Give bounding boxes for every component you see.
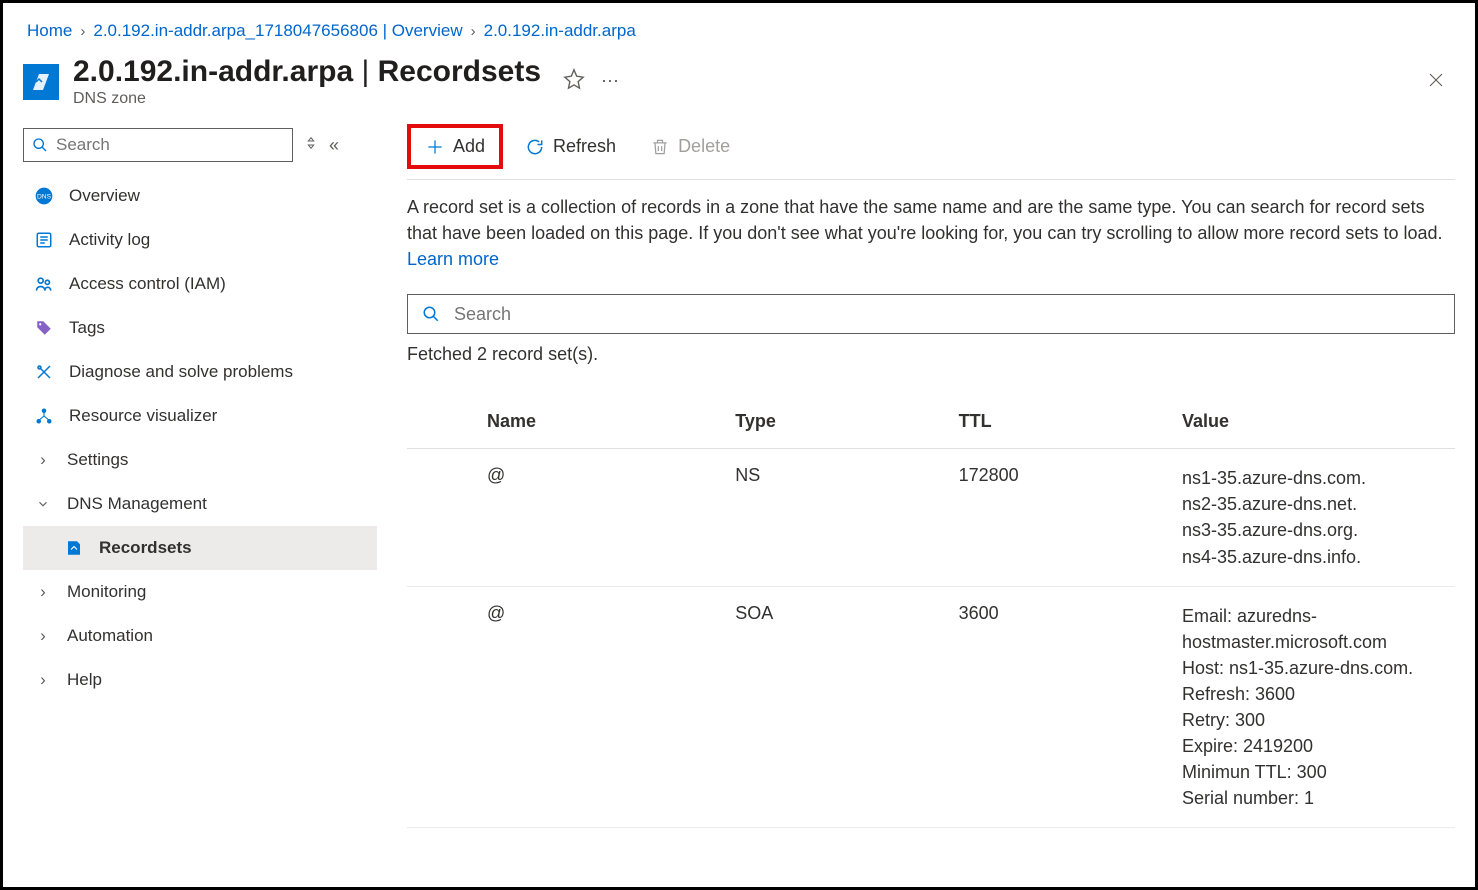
breadcrumb: Home › 2.0.192.in-addr.arpa_171804765680… [3, 3, 1475, 45]
chevron-down-icon [33, 497, 53, 511]
add-button[interactable]: Add [407, 124, 503, 169]
search-icon [422, 305, 440, 323]
people-icon [33, 273, 55, 295]
wrench-icon [33, 361, 55, 383]
sidebar-item-label: Resource visualizer [69, 406, 217, 426]
refresh-button[interactable]: Refresh [513, 130, 628, 163]
recordset-icon [63, 537, 85, 559]
table-row[interactable]: @ SOA 3600 Email: azuredns-hostmaster.mi… [407, 587, 1455, 829]
sidebar-item-automation[interactable]: › Automation [23, 614, 377, 658]
sidebar-item-label: Monitoring [67, 582, 146, 602]
table-row[interactable]: @ NS 172800 ns1-35.azure-dns.com.ns2-35.… [407, 449, 1455, 586]
sidebar-item-label: Activity log [69, 230, 150, 250]
breadcrumb-level2[interactable]: 2.0.192.in-addr.arpa [484, 21, 636, 41]
page-subtitle: DNS zone [73, 90, 541, 108]
collapse-sidebar-button[interactable]: « [329, 135, 339, 156]
sidebar-search[interactable] [23, 128, 293, 162]
sidebar-item-label: Recordsets [99, 538, 192, 558]
sidebar-item-monitoring[interactable]: › Monitoring [23, 570, 377, 614]
sort-button[interactable] [303, 135, 319, 156]
sidebar-item-label: Access control (IAM) [69, 274, 226, 294]
column-value[interactable]: Value [1182, 411, 1455, 432]
sidebar-item-tags[interactable]: Tags [23, 306, 377, 350]
main-content: Add Refresh Delete A record set is a col… [377, 116, 1475, 828]
chevron-right-icon: › [80, 23, 85, 40]
dns-zone-icon [23, 64, 59, 100]
cell-name: @ [487, 603, 735, 624]
sidebar-item-diagnose[interactable]: Diagnose and solve problems [23, 350, 377, 394]
svg-text:DNS: DNS [37, 194, 52, 201]
log-icon [33, 229, 55, 251]
sidebar-item-label: Overview [69, 186, 140, 206]
toolbar: Add Refresh Delete [407, 116, 1455, 180]
favorite-button[interactable] [563, 68, 585, 95]
column-ttl[interactable]: TTL [959, 411, 1182, 432]
breadcrumb-home[interactable]: Home [27, 21, 72, 41]
plus-icon [425, 137, 445, 157]
sidebar-item-dns-management[interactable]: DNS Management [23, 482, 377, 526]
sidebar-item-resource-visualizer[interactable]: Resource visualizer [23, 394, 377, 438]
sidebar-item-help[interactable]: › Help [23, 658, 377, 702]
sidebar-item-label: Settings [67, 450, 128, 470]
sidebar-item-access-control[interactable]: Access control (IAM) [23, 262, 377, 306]
breadcrumb-level1[interactable]: 2.0.192.in-addr.arpa_1718047656806 | Ove… [93, 21, 462, 41]
main-search[interactable] [407, 294, 1455, 334]
cell-ttl: 3600 [959, 603, 1182, 624]
description-text: A record set is a collection of records … [407, 180, 1455, 276]
main-search-input[interactable] [454, 304, 1440, 325]
sidebar-item-activity-log[interactable]: Activity log [23, 218, 377, 262]
chevron-right-icon: › [33, 450, 53, 470]
chevron-right-icon: › [33, 670, 53, 690]
chevron-right-icon: › [33, 626, 53, 646]
refresh-icon [525, 137, 545, 157]
chevron-right-icon: › [471, 23, 476, 40]
sidebar-item-label: DNS Management [67, 494, 207, 514]
cell-name: @ [487, 465, 735, 486]
hierarchy-icon [33, 405, 55, 427]
recordset-table: Name Type TTL Value @ NS 172800 ns1-35.a… [407, 395, 1455, 828]
column-name[interactable]: Name [487, 411, 735, 432]
delete-button: Delete [638, 130, 742, 163]
sidebar-item-label: Tags [69, 318, 105, 338]
cell-ttl: 172800 [959, 465, 1182, 486]
cell-type: NS [735, 465, 958, 486]
tag-icon [33, 317, 55, 339]
sidebar-item-settings[interactable]: › Settings [23, 438, 377, 482]
sidebar-item-label: Automation [67, 626, 153, 646]
globe-icon: DNS [33, 185, 55, 207]
sidebar-search-input[interactable] [56, 135, 284, 155]
trash-icon [650, 137, 670, 157]
sidebar-item-label: Help [67, 670, 102, 690]
column-type[interactable]: Type [735, 411, 958, 432]
sidebar: « DNS Overview Activity log Access contr… [23, 116, 377, 828]
more-button[interactable]: ⋯ [601, 71, 621, 92]
table-header: Name Type TTL Value [407, 395, 1455, 449]
page-header: 2.0.192.in-addr.arpa | Recordsets DNS zo… [3, 45, 1475, 116]
close-button[interactable] [1421, 63, 1451, 101]
cell-value: Email: azuredns-hostmaster.microsoft.com… [1182, 603, 1455, 812]
page-title: 2.0.192.in-addr.arpa | Recordsets [73, 55, 541, 88]
chevron-right-icon: › [33, 582, 53, 602]
sidebar-item-label: Diagnose and solve problems [69, 362, 293, 382]
fetched-count: Fetched 2 record set(s). [407, 334, 1455, 365]
sidebar-item-recordsets[interactable]: Recordsets [23, 526, 377, 570]
cell-value: ns1-35.azure-dns.com.ns2-35.azure-dns.ne… [1182, 465, 1455, 569]
learn-more-link[interactable]: Learn more [407, 249, 499, 269]
search-icon [32, 137, 48, 153]
cell-type: SOA [735, 603, 958, 624]
sidebar-item-overview[interactable]: DNS Overview [23, 174, 377, 218]
